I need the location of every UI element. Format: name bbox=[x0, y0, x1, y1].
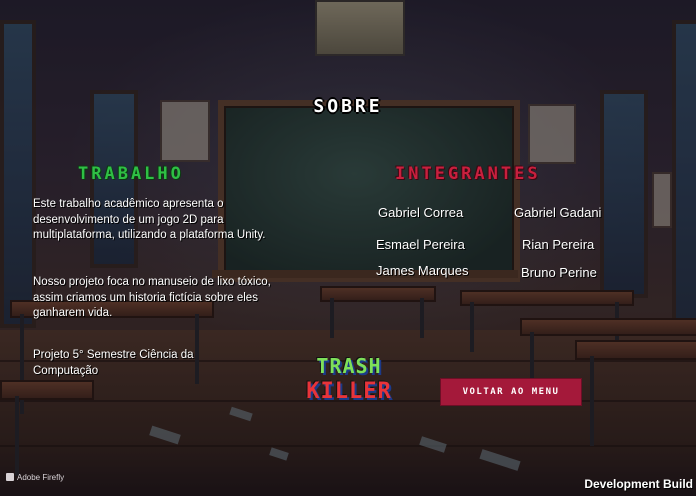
member-name: James Marques bbox=[376, 263, 469, 278]
member-name: Gabriel Correa bbox=[378, 205, 464, 220]
game-logo: TRASH KILLER bbox=[303, 354, 395, 412]
logo-line-killer: KILLER bbox=[306, 379, 392, 404]
development-build-label: Development Build bbox=[584, 477, 693, 491]
member-name: Rian Pereira bbox=[522, 237, 595, 252]
trabalho-paragraph-2: Nosso projeto foca no manuseio de lixo t… bbox=[33, 276, 271, 319]
trabalho-paragraph-1: Este trabalho acadêmico apresenta o dese… bbox=[33, 198, 266, 241]
integrantes-heading: INTEGRANTES bbox=[395, 164, 541, 184]
adobe-firefly-icon bbox=[6, 473, 14, 481]
page-title: SOBRE bbox=[313, 96, 383, 117]
project-semester-note: Projeto 5° Semestre Ciência da Computaçã… bbox=[33, 349, 194, 377]
member-name: Esmael Pereira bbox=[376, 237, 465, 252]
firefly-watermark-text: Adobe Firefly bbox=[17, 473, 65, 482]
about-screen: SOBRE TRABALHO Este trabalho acadêmico a… bbox=[0, 0, 696, 496]
back-to-menu-button[interactable]: VOLTAR AO MENU bbox=[440, 378, 582, 406]
member-name: Gabriel Gadani bbox=[514, 205, 602, 220]
trabalho-heading: TRABALHO bbox=[78, 164, 184, 184]
member-name: Bruno Perine bbox=[521, 265, 597, 280]
firefly-watermark: Adobe Firefly bbox=[6, 473, 64, 482]
logo-line-trash: TRASH bbox=[316, 354, 382, 378]
